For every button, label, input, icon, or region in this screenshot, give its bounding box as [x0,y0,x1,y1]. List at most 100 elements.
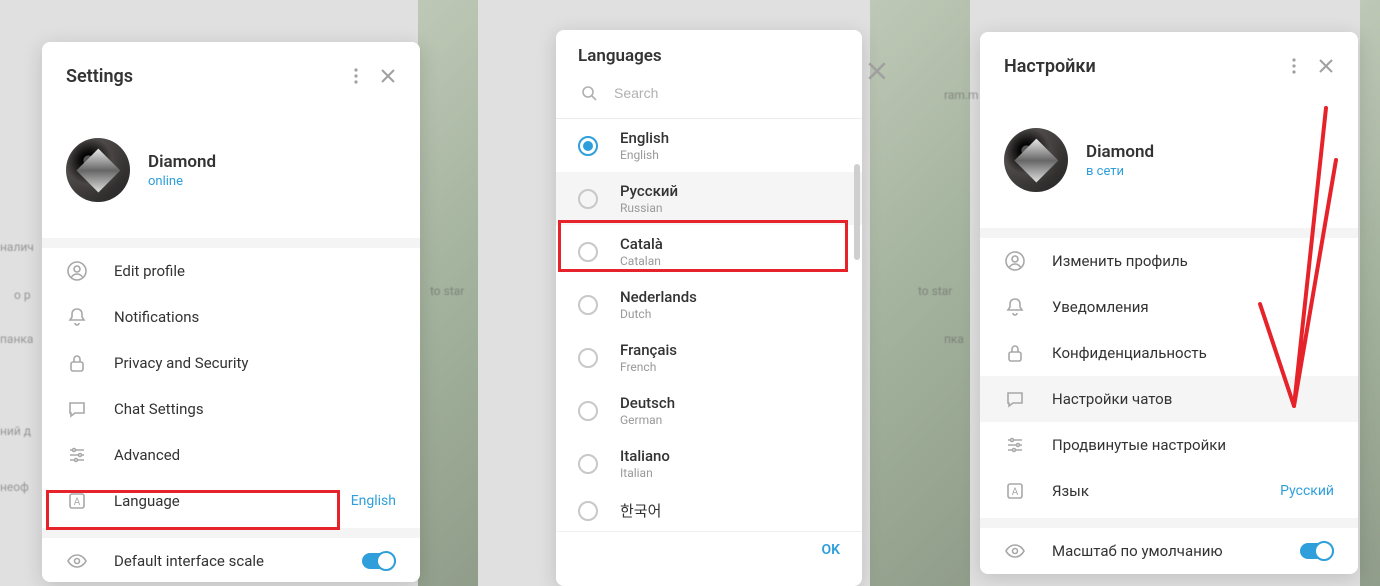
menu-edit-profile[interactable]: Изменить профиль [980,238,1358,284]
language-native: French [620,360,677,374]
menu-privacy[interactable]: Privacy and Security [42,340,420,386]
language-option[interactable]: NederlandsDutch [556,278,862,331]
language-option[interactable]: FrançaisFrench [556,331,862,384]
radio-icon[interactable] [578,501,598,521]
menu-language[interactable]: A Language English [42,478,420,524]
profile-status: в сети [1086,164,1154,179]
profile-name: Diamond [148,152,216,172]
panel-header: Languages [556,30,862,72]
settings-panel-en: Settings Diamond online Edit profile Not… [42,42,420,582]
radio-icon[interactable] [578,295,598,315]
chat-icon [66,398,88,420]
radio-icon[interactable] [578,454,598,474]
language-native: Italian [620,466,670,480]
scale-toggle[interactable] [362,553,396,569]
bg-text: о р [14,288,31,302]
panel-title: Languages [578,46,842,66]
close-icon [868,62,886,84]
language-list: EnglishEnglishРусскийRussianCatalàCatala… [556,118,862,531]
language-option[interactable]: ItalianoItalian [556,437,862,490]
divider [42,528,420,538]
menu-advanced[interactable]: Advanced [42,432,420,478]
bg-text: панка [0,332,33,346]
menu-label: Конфиденциальность [1052,344,1334,362]
sliders-icon [1004,434,1026,456]
user-icon [1004,250,1026,272]
language-name: Italiano [620,447,670,465]
radio-icon[interactable] [578,348,598,368]
more-menu-button[interactable] [340,60,372,92]
language-native: German [620,413,675,427]
language-native: English [620,148,669,162]
language-option[interactable]: РусскийRussian [556,172,862,225]
divider [980,228,1358,238]
language-name: Nederlands [620,288,697,306]
bg-text: пка [944,332,964,346]
menu-label: Edit profile [114,262,396,280]
menu-chat-settings[interactable]: Настройки чатов [980,376,1358,422]
scale-label: Масштаб по умолчанию [1052,542,1274,560]
default-scale-row[interactable]: Default interface scale [42,538,420,582]
language-option[interactable]: CatalàCatalan [556,225,862,278]
language-name: Français [620,341,677,359]
user-icon [66,260,88,282]
avatar[interactable] [66,138,130,202]
search-row [556,72,862,118]
search-input[interactable] [614,85,842,101]
menu-notifications[interactable]: Notifications [42,294,420,340]
menu-label: Notifications [114,308,396,326]
profile-name: Diamond [1086,142,1154,162]
menu-label: Изменить профиль [1052,252,1334,270]
scrollbar[interactable] [854,164,860,260]
menu-label: Chat Settings [114,400,396,418]
radio-icon[interactable] [578,136,598,156]
panel-header: Settings [42,42,420,110]
radio-icon[interactable] [578,401,598,421]
language-icon: A [1004,480,1026,502]
profile-section: Diamond в сети [980,100,1358,228]
menu-privacy[interactable]: Конфиденциальность [980,330,1358,376]
language-name: 한국어 [620,500,661,521]
avatar[interactable] [1004,128,1068,192]
menu-edit-profile[interactable]: Edit profile [42,248,420,294]
menu-notifications[interactable]: Уведомления [980,284,1358,330]
language-option[interactable]: 한국어 [556,490,862,531]
menu-advanced[interactable]: Продвинутые настройки [980,422,1358,468]
close-button[interactable] [1310,50,1342,82]
ok-button[interactable]: OK [556,531,862,568]
menu-label: Уведомления [1052,298,1334,316]
menu-language[interactable]: A Язык Русский [980,468,1358,514]
radio-icon[interactable] [578,189,598,209]
bell-icon [66,306,88,328]
language-option[interactable]: EnglishEnglish [556,119,862,172]
language-value: Русский [1280,483,1334,499]
menu-chat-settings[interactable]: Chat Settings [42,386,420,432]
divider [42,238,420,248]
bg-text: неоф [0,480,29,494]
radio-icon[interactable] [578,242,598,262]
panel-title: Настройки [1004,56,1278,77]
scale-label: Default interface scale [114,552,336,570]
scale-toggle[interactable] [1300,543,1334,559]
language-name: Русский [620,182,678,200]
language-value: English [351,493,396,509]
language-name: Deutsch [620,394,675,412]
language-name: Català [620,235,663,253]
menu-label: Language [114,492,325,510]
settings-panel-ru: Настройки Diamond в сети Изменить профил… [980,32,1358,574]
menu-label: Настройки чатов [1052,390,1334,408]
language-native: Russian [620,201,678,215]
bell-icon [1004,296,1026,318]
menu-label: Advanced [114,446,396,464]
bg-text: to star [918,284,952,298]
profile-status: online [148,174,216,189]
bg-text: ram.m [944,88,979,102]
close-button[interactable] [372,60,404,92]
default-scale-row[interactable]: Масштаб по умолчанию [980,528,1358,574]
language-option[interactable]: DeutschGerman [556,384,862,437]
sliders-icon [66,444,88,466]
menu-label: Язык [1052,482,1254,500]
more-menu-button[interactable] [1278,50,1310,82]
lock-icon [1004,342,1026,364]
svg-text:A: A [1012,487,1019,498]
